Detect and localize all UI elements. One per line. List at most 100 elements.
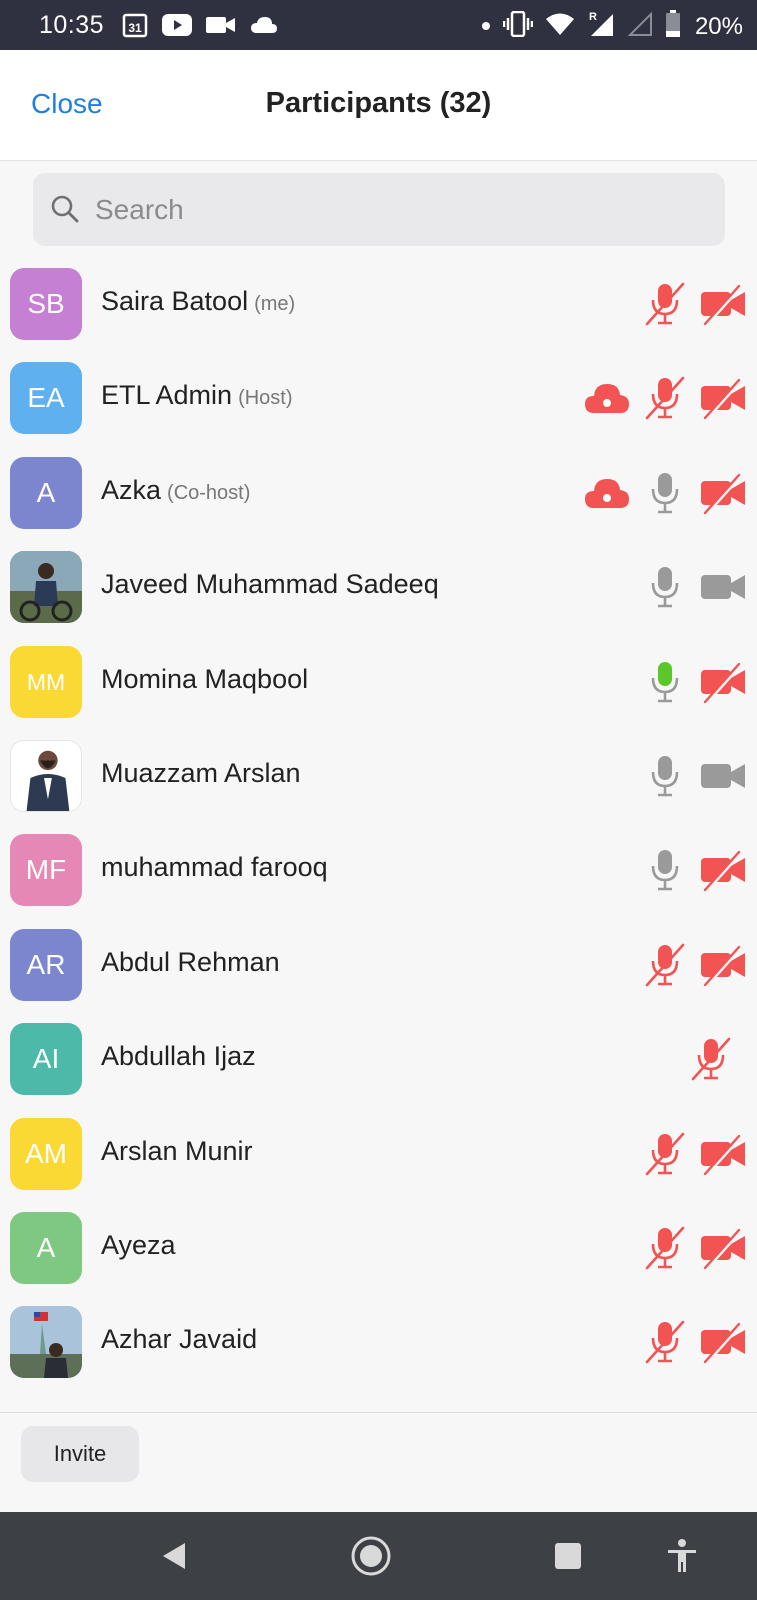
avatar: AR xyxy=(10,929,82,1001)
participant-row[interactable]: EA ETL Admin (Host) xyxy=(0,350,757,446)
mic-icon xyxy=(641,846,689,894)
participant-name: Azka xyxy=(101,475,162,505)
no-signal-icon xyxy=(627,11,653,42)
page-title: Participants (32) xyxy=(265,87,492,119)
participant-name-wrap: Abdullah Ijaz xyxy=(101,1041,256,1072)
back-icon[interactable] xyxy=(152,1534,196,1578)
avatar-initials: A xyxy=(36,1232,56,1263)
header: Close Participants (32) xyxy=(0,50,757,161)
avatar-initials: MM xyxy=(26,668,66,695)
participant-row[interactable]: Muazzam Arslan xyxy=(0,728,757,824)
participant-row[interactable]: AR Abdul Rehman xyxy=(0,917,757,1013)
participant-status-icons xyxy=(573,469,747,517)
participant-name-wrap: Arslan Munir xyxy=(101,1136,253,1167)
invite-button[interactable]: Invite xyxy=(21,1426,139,1482)
participant-name: Javeed Muhammad Sadeeq xyxy=(101,569,439,599)
participant-row[interactable]: SB Saira Batool (me) xyxy=(0,256,757,352)
mic-muted-icon xyxy=(641,1318,689,1366)
avatar: MF xyxy=(10,834,82,906)
mic-muted-icon xyxy=(641,280,689,328)
participant-role-tag: (Host) xyxy=(238,387,293,409)
search-icon xyxy=(49,193,81,230)
avatar-initials: AR xyxy=(26,949,66,980)
avatar xyxy=(10,1306,82,1378)
home-icon[interactable] xyxy=(349,1534,393,1578)
video-off-icon xyxy=(699,280,747,328)
avatar-initials: AM xyxy=(25,1138,67,1169)
vibrate-icon xyxy=(502,10,534,42)
mic-speaking-icon xyxy=(641,658,689,706)
avatar: MM xyxy=(10,646,82,718)
dot-icon xyxy=(481,18,491,36)
video-off-icon xyxy=(699,374,747,422)
avatar: EA xyxy=(10,362,82,434)
participant-status-icons xyxy=(631,280,747,328)
participant-name: Ayeza xyxy=(101,1230,176,1260)
avatar xyxy=(10,551,82,623)
participant-status-icons xyxy=(631,941,747,989)
participant-row[interactable]: A Ayeza xyxy=(0,1200,757,1296)
wifi-icon xyxy=(545,12,575,41)
participant-status-icons xyxy=(631,846,747,894)
participant-row[interactable]: Azhar Javaid xyxy=(0,1294,757,1390)
cloud-recording-icon xyxy=(583,469,631,517)
accessibility-icon[interactable] xyxy=(660,1534,704,1578)
participant-name: Abdul Rehman xyxy=(101,947,280,977)
participant-status-icons xyxy=(631,1130,747,1178)
battery-icon xyxy=(665,10,681,43)
participant-name: Azhar Javaid xyxy=(101,1324,258,1354)
video-off-icon xyxy=(699,658,747,706)
mic-muted-icon xyxy=(641,374,689,422)
participant-row[interactable]: A Azka (Co-host) xyxy=(0,445,757,541)
avatar: A xyxy=(10,1212,82,1284)
avatar: A xyxy=(10,457,82,529)
participant-name: Arslan Munir xyxy=(101,1136,253,1166)
participant-status-icons xyxy=(631,1224,747,1272)
avatar-initials: A xyxy=(36,477,56,508)
participant-name-wrap: Muazzam Arslan xyxy=(101,758,301,789)
recents-icon[interactable] xyxy=(546,1534,590,1578)
battery-percent: 20% xyxy=(694,12,743,40)
participant-name-wrap: Momina Maqbool xyxy=(101,664,308,695)
cloud-icon xyxy=(250,15,278,40)
video-icon xyxy=(206,15,236,40)
participant-row[interactable]: AM Arslan Munir xyxy=(0,1106,757,1202)
participant-status-icons xyxy=(631,563,747,611)
participant-row[interactable]: Javeed Muhammad Sadeeq xyxy=(0,539,757,635)
participant-name-wrap: Azka (Co-host) xyxy=(101,475,250,506)
footer: Invite xyxy=(0,1412,757,1512)
search-bar[interactable] xyxy=(33,173,725,246)
search-input[interactable] xyxy=(95,173,695,246)
participant-status-icons xyxy=(631,658,747,706)
mic-icon xyxy=(641,469,689,517)
mic-muted-icon xyxy=(641,1130,689,1178)
video-off-icon xyxy=(699,469,747,517)
signal-icon: R xyxy=(587,10,615,43)
participant-row[interactable]: MF muhammad farooq xyxy=(0,822,757,918)
participant-name-wrap: Abdul Rehman xyxy=(101,947,280,978)
youtube-icon xyxy=(162,14,192,41)
participant-status-icons xyxy=(573,374,747,422)
status-bar: 10:35 31 R 20% xyxy=(0,0,757,50)
mic-muted-icon xyxy=(641,1224,689,1272)
participant-role-tag: (me) xyxy=(254,293,296,315)
video-off-icon xyxy=(699,1130,747,1178)
video-off-icon xyxy=(699,1318,747,1366)
participant-role-tag: (Co-host) xyxy=(167,482,251,504)
participant-name-wrap: Ayeza xyxy=(101,1230,176,1261)
avatar-initials: MF xyxy=(25,854,67,885)
participant-row[interactable]: AI Abdullah Ijaz xyxy=(0,1011,757,1107)
participant-name-wrap: ETL Admin (Host) xyxy=(101,380,293,411)
avatar-initials: EA xyxy=(27,382,65,413)
mic-icon xyxy=(641,752,689,800)
participant-name: Momina Maqbool xyxy=(101,664,309,694)
participant-row[interactable]: MM Momina Maqbool xyxy=(0,634,757,730)
calendar-icon: 31 xyxy=(122,12,148,43)
svg-text:R: R xyxy=(589,11,597,23)
video-off-icon xyxy=(699,941,747,989)
participant-name: Saira Batool xyxy=(101,286,249,316)
avatar-initials: AI xyxy=(32,1043,60,1074)
mic-muted-icon xyxy=(641,941,689,989)
participant-status-icons xyxy=(631,1318,747,1366)
participant-name-wrap: Saira Batool (me) xyxy=(101,286,295,317)
